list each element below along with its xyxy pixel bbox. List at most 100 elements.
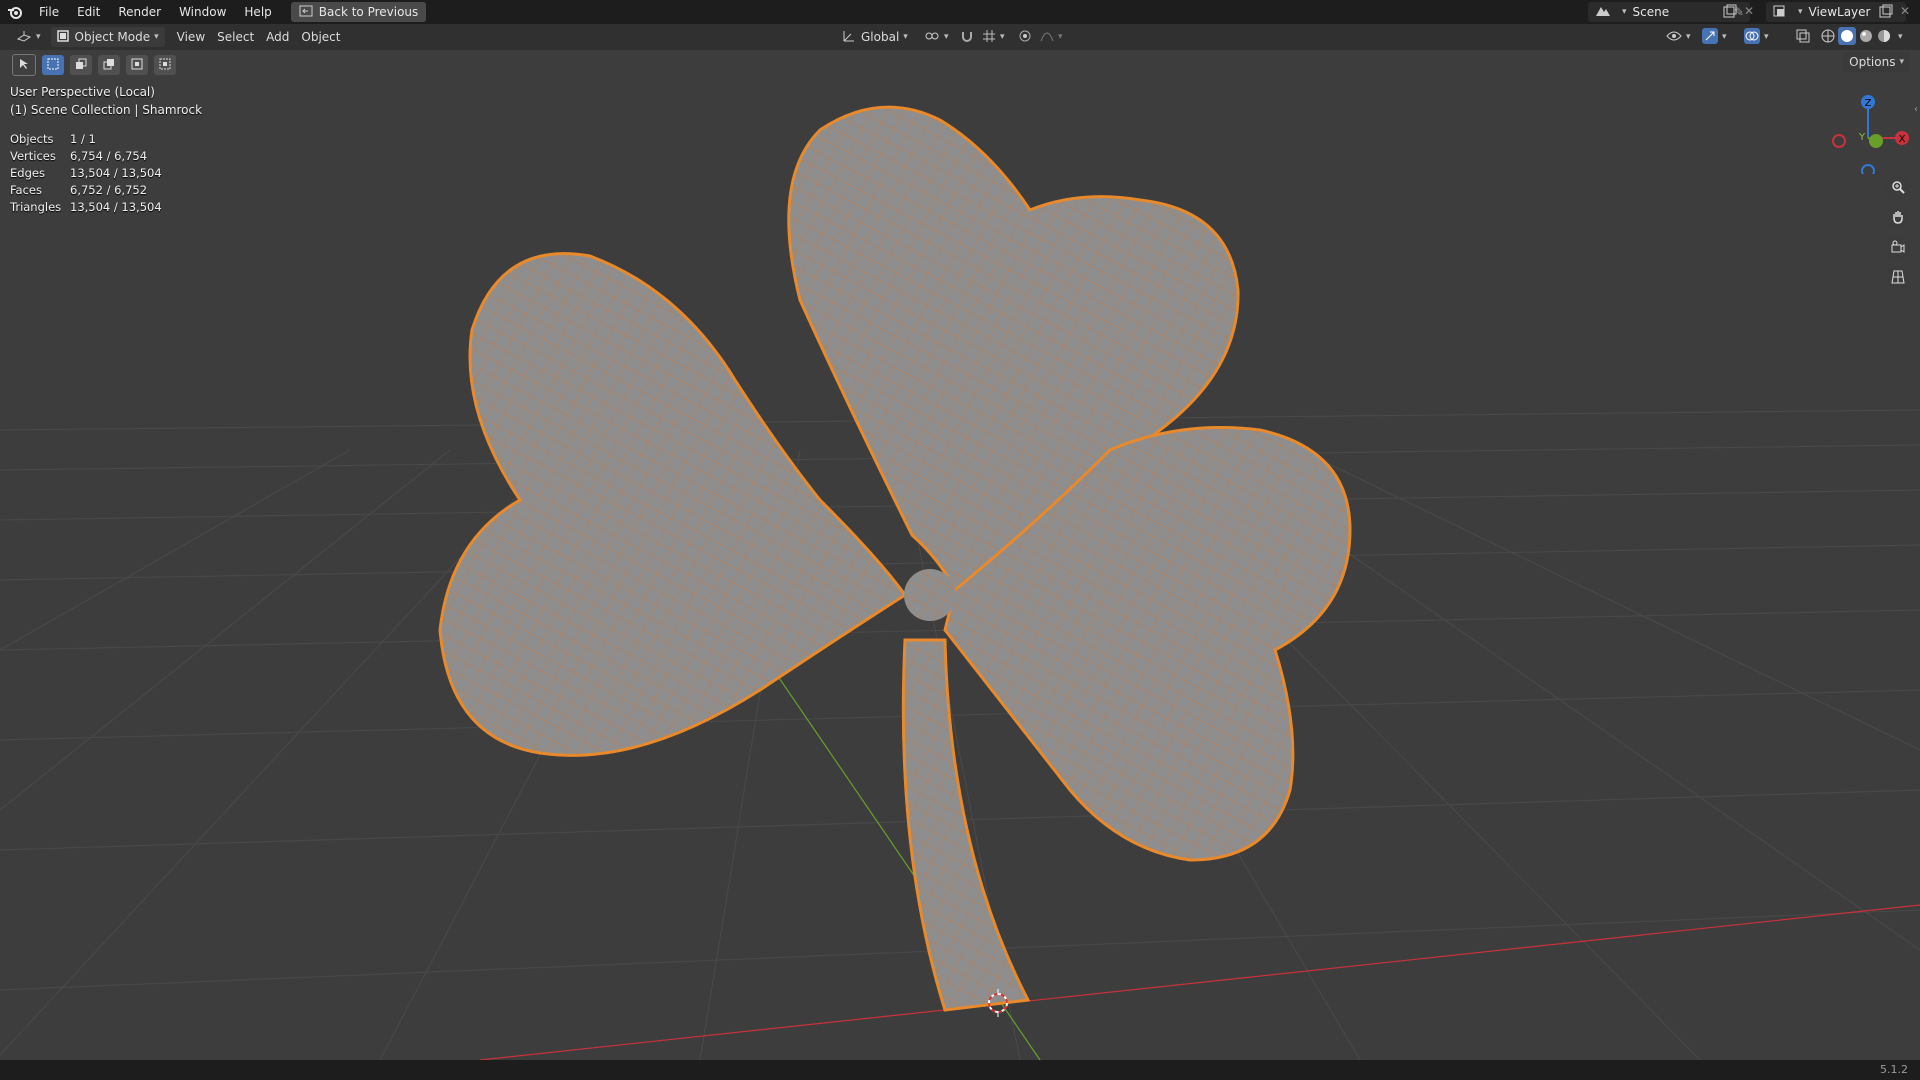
selection-tool-strip (12, 54, 176, 76)
stat-value: 13,504 / 13,504 (70, 199, 162, 214)
gizmo-toggle[interactable]: ▾ (1696, 27, 1733, 47)
menu-help[interactable]: Help (235, 0, 280, 24)
select-invert-mode-button[interactable] (126, 55, 148, 75)
3d-viewport[interactable]: Options ▾ User Perspective (Local) (1) S… (0, 50, 1920, 1060)
zoom-button[interactable] (1886, 176, 1910, 200)
back-to-previous-button[interactable]: Back to Previous (290, 2, 427, 22)
version-label: 5.1.2 (1880, 1063, 1908, 1076)
camera-view-button[interactable] (1886, 236, 1910, 260)
chevron-down-icon: ▾ (1798, 7, 1803, 17)
grid-perspective-icon (1891, 270, 1905, 287)
stat-value: 6,754 / 6,754 (70, 148, 148, 163)
chevron-down-icon: ▾ (1722, 32, 1727, 42)
stat-row: Vertices 6,754 / 6,754 (10, 147, 162, 164)
orientation-label: Global (861, 30, 900, 44)
xray-icon (1796, 29, 1810, 46)
chevron-down-icon: ▾ (1764, 32, 1769, 42)
select-intersect-mode-button[interactable] (154, 55, 176, 75)
options-dropdown[interactable]: Options ▾ (1843, 52, 1910, 72)
navigation-gizmo[interactable]: Z X Y (1826, 84, 1916, 174)
overlays-icon (1744, 27, 1760, 47)
transform-orientation-dropdown[interactable]: Global ▾ (836, 27, 914, 47)
viewport-header: ▾ Object Mode ▾ View Select Add Object G… (0, 24, 1920, 50)
new-scene-icon[interactable] (1722, 4, 1738, 23)
neg-x-handle-icon (1832, 134, 1846, 148)
falloff-icon (1040, 29, 1054, 46)
select-new-mode-button[interactable] (42, 55, 64, 75)
falloff-dropdown[interactable]: ▾ (1034, 27, 1069, 47)
select-invert-icon (131, 58, 143, 73)
y-axis-handle-icon (1869, 134, 1883, 148)
menu-edit[interactable]: Edit (68, 0, 109, 24)
chevron-down-icon: ▾ (1899, 57, 1904, 67)
select-intersect-icon (159, 58, 171, 73)
pan-button[interactable] (1886, 206, 1910, 230)
back-icon (299, 5, 313, 20)
blender-logo-icon[interactable] (0, 0, 30, 24)
delete-scene-icon[interactable]: ✕ (1744, 4, 1754, 18)
chevron-down-icon: ▾ (1622, 7, 1627, 17)
eye-icon (1666, 30, 1682, 45)
stat-label: Objects (10, 131, 54, 146)
chevron-down-icon: ▾ (36, 32, 41, 42)
pivot-icon (924, 29, 940, 46)
chevron-down-icon: ▾ (1000, 32, 1005, 42)
select-extend-mode-button[interactable] (70, 55, 92, 75)
gizmo-icon (1702, 27, 1718, 47)
collection-label: (1) Scene Collection | Shamrock (10, 103, 203, 117)
stat-row: Faces 6,752 / 6,752 (10, 181, 162, 198)
gizmo-x-label: X (1899, 134, 1906, 145)
menu-file[interactable]: File (30, 0, 68, 24)
chevron-down-icon: ▾ (903, 32, 908, 42)
select-tool-button[interactable] (12, 54, 36, 76)
pivot-point-dropdown[interactable]: ▾ (918, 27, 955, 47)
visibility-dropdown[interactable]: ▾ (1660, 27, 1697, 47)
camera-icon (1891, 240, 1905, 257)
menu-object[interactable]: Object (295, 27, 346, 47)
delete-view-layer-icon[interactable]: ✕ (1900, 4, 1910, 18)
solid-shading-icon[interactable] (1838, 26, 1856, 48)
select-subtract-mode-button[interactable] (98, 55, 120, 75)
mode-dropdown[interactable]: Object Mode ▾ (50, 27, 165, 47)
cursor-arrow-icon (18, 58, 30, 73)
stat-row: Triangles 13,504 / 13,504 (10, 198, 162, 215)
menu-render[interactable]: Render (109, 0, 170, 24)
gizmo-z-label: Z (1865, 98, 1872, 109)
stat-row: Objects 1 / 1 (10, 130, 162, 147)
menu-select[interactable]: Select (211, 27, 260, 47)
orientation-icon (842, 29, 856, 46)
new-view-layer-icon[interactable] (1878, 4, 1894, 23)
sidebar-toggle-icon[interactable]: ‹ (1914, 104, 1918, 115)
perspective-toggle-button[interactable] (1886, 266, 1910, 290)
material-shading-icon[interactable] (1858, 28, 1874, 47)
stat-label: Vertices (10, 148, 56, 163)
chevron-down-icon[interactable]: ▾ (1898, 32, 1903, 42)
scene-statistics: Objects 1 / 1 Vertices 6,754 / 6,754 Edges… (10, 130, 162, 215)
menu-view[interactable]: View (171, 27, 211, 47)
xray-toggle[interactable] (1790, 27, 1816, 47)
shamrock-mesh[interactable] (438, 105, 1352, 1012)
menu-add[interactable]: Add (260, 27, 295, 47)
zoom-icon (1891, 180, 1905, 197)
chevron-down-icon: ▾ (1058, 32, 1063, 42)
menu-window[interactable]: Window (170, 0, 235, 24)
rendered-shading-icon[interactable] (1876, 28, 1892, 47)
stat-value: 13,504 / 13,504 (70, 165, 162, 180)
view-layer-name: ViewLayer (1808, 5, 1871, 19)
snap-icon (960, 29, 974, 46)
wireframe-shading-icon[interactable] (1820, 28, 1836, 47)
hand-icon (1891, 210, 1905, 227)
stat-value: 6,752 / 6,752 (70, 182, 148, 197)
select-extend-icon (75, 58, 87, 73)
snap-target-dropdown[interactable]: ▾ (976, 27, 1011, 47)
overlays-toggle[interactable]: ▾ (1738, 27, 1775, 47)
top-bar: File Edit Render Window Help Back to Pre… (0, 0, 1920, 24)
select-new-icon (47, 58, 59, 73)
stat-value: 1 / 1 (70, 131, 96, 146)
snap-grid-icon (982, 29, 996, 46)
3d-viewport-icon (16, 29, 32, 46)
gizmo-y-label: Y (1858, 132, 1866, 143)
editor-type-button[interactable]: ▾ (10, 27, 47, 47)
scene-icon (1594, 4, 1612, 21)
status-bar: 5.1.2 (0, 1060, 1920, 1080)
